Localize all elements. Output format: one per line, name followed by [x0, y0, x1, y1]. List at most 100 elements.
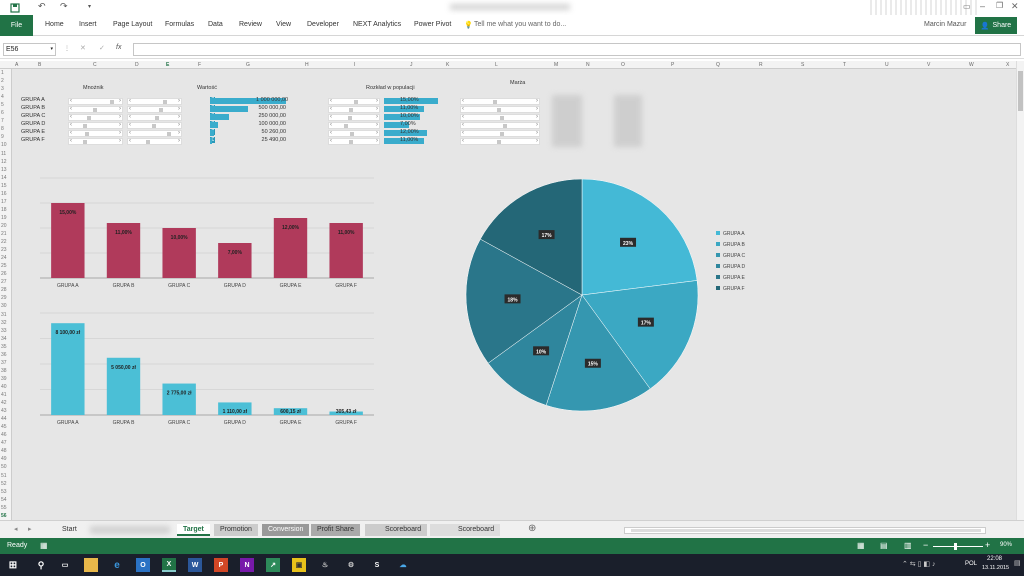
column-header[interactable]: E [166, 62, 169, 68]
scroll-thumb[interactable] [166, 132, 171, 136]
margin-scroll[interactable]: ‹ › [460, 98, 540, 105]
column-header[interactable]: R [759, 62, 763, 68]
row-header[interactable]: 43 [1, 408, 7, 414]
multiplier-scroll-2[interactable]: ‹ › [127, 114, 182, 121]
file-explorer-icon[interactable] [84, 558, 98, 572]
quick-access-dropdown-icon[interactable]: ▾ [88, 3, 91, 10]
ribbon-display-icon[interactable]: ▭ [963, 2, 971, 11]
page-break-view-icon[interactable]: ▥ [904, 541, 912, 550]
share-button[interactable]: 👤 Share [975, 17, 1017, 34]
scroll-thumb[interactable] [496, 140, 501, 144]
tray-icons[interactable]: ⌃ ⇆ ▯ ◧ ♪ [902, 560, 935, 568]
row-header[interactable]: 46 [1, 432, 7, 438]
row-header[interactable]: 8 [1, 126, 4, 132]
scroll-thumb[interactable] [343, 124, 348, 128]
row-header[interactable]: 41 [1, 392, 7, 398]
multiplier-scroll-1[interactable]: ‹ › [68, 114, 123, 121]
row-header[interactable]: 27 [1, 279, 7, 285]
cancel-icon[interactable]: ✕ [80, 44, 86, 52]
multiplier-scroll-1[interactable]: ‹ › [68, 106, 123, 113]
close-icon[interactable]: ✕ [1011, 1, 1019, 12]
save-icon[interactable] [10, 3, 20, 13]
row-header[interactable]: 3 [1, 86, 4, 92]
distribution-scroll[interactable]: ‹ › [328, 138, 380, 145]
row-header[interactable]: 52 [1, 481, 7, 487]
value-bar-chart[interactable]: 8 100,00 zł GRUPA A 5 050,00 zł GRUPA B 2 77… [32, 309, 382, 429]
tab-start[interactable]: Start [56, 524, 83, 536]
row-header[interactable]: 49 [1, 456, 7, 462]
row-header[interactable]: 5 [1, 102, 4, 108]
row-header[interactable]: 53 [1, 489, 7, 495]
margin-scroll[interactable]: ‹ › [460, 106, 540, 113]
horizontal-scrollbar[interactable] [624, 527, 986, 534]
scroll-thumb[interactable] [93, 108, 98, 112]
margin-scroll[interactable]: ‹ › [460, 122, 540, 129]
row-header[interactable]: 17 [1, 199, 7, 205]
tell-me-input[interactable]: Tell me what you want to do... [474, 21, 566, 28]
scroll-thumb[interactable] [109, 100, 114, 104]
bar[interactable] [218, 243, 252, 278]
column-header[interactable]: L [495, 62, 498, 68]
column-header[interactable]: P [671, 62, 674, 68]
zoom-level[interactable]: 90% [1000, 542, 1012, 548]
word-icon[interactable]: W [188, 558, 202, 572]
column-header[interactable]: S [801, 62, 804, 68]
normal-view-icon[interactable]: ▦ [857, 541, 865, 550]
value-cell[interactable]: 100 000,00 [256, 121, 286, 127]
row-header[interactable]: 21 [1, 231, 7, 237]
fx-icon[interactable]: fx [116, 44, 121, 51]
row-header[interactable]: 51 [1, 473, 7, 479]
row-header[interactable]: 56 [1, 513, 7, 519]
distribution-scroll[interactable]: ‹ › [328, 122, 380, 129]
row-header[interactable]: 7 [1, 118, 4, 124]
column-header[interactable]: X [1006, 62, 1009, 68]
clock-date[interactable]: 13.11.2015 [982, 565, 1009, 571]
row-header[interactable]: 32 [1, 320, 7, 326]
account-name[interactable]: Marcin Mazur [924, 21, 966, 28]
row-header[interactable]: 25 [1, 263, 7, 269]
bar[interactable] [162, 383, 196, 415]
distribution-cell[interactable]: 7,00% [400, 121, 416, 127]
zoom-slider-thumb[interactable] [954, 543, 957, 550]
pie-slice[interactable] [581, 179, 698, 296]
multiplier-scroll-1[interactable]: ‹ › [68, 138, 123, 145]
value-cell[interactable]: 500 000,00 [256, 105, 286, 111]
scroll-thumb[interactable] [83, 140, 88, 144]
multiplier-scroll-2[interactable]: ‹ › [127, 138, 182, 145]
scroll-thumb[interactable] [152, 124, 157, 128]
tab-power-pivot[interactable]: Power Pivot [414, 21, 451, 28]
distribution-cell[interactable]: 12,00% [400, 129, 419, 135]
column-header[interactable]: G [246, 62, 250, 68]
undo-icon[interactable]: ↶ [38, 1, 46, 12]
outlook-icon[interactable]: O [136, 558, 150, 572]
scroll-thumb[interactable] [162, 100, 167, 104]
scroll-thumb[interactable] [354, 100, 358, 104]
scroll-thumb[interactable] [348, 140, 353, 144]
row-header[interactable]: 54 [1, 497, 7, 503]
distribution-cell[interactable]: 11,00% [400, 105, 418, 111]
column-header[interactable]: C [93, 62, 97, 68]
row-header[interactable]: 39 [1, 376, 7, 382]
edge-icon[interactable]: e [110, 558, 124, 572]
column-header[interactable]: K [446, 62, 449, 68]
row-header[interactable]: 47 [1, 440, 7, 446]
scroll-thumb[interactable] [347, 116, 352, 120]
steam-icon[interactable]: ♨ [318, 558, 332, 572]
scroll-thumb[interactable] [500, 116, 504, 120]
distribution-scroll[interactable]: ‹ › [328, 98, 380, 105]
distribution-cell[interactable]: 15,00% [400, 97, 419, 103]
column-header[interactable]: B [38, 62, 41, 68]
column-header[interactable]: T [843, 62, 846, 68]
column-header[interactable]: U [885, 62, 889, 68]
scroll-thumb[interactable] [85, 132, 90, 136]
add-sheet-icon[interactable]: ⊕ [528, 523, 536, 534]
distribution-scroll[interactable]: ‹ › [328, 106, 380, 113]
next-sheet-icon[interactable]: ▸ [28, 525, 32, 533]
column-header[interactable]: I [354, 62, 355, 68]
margin-scroll[interactable]: ‹ › [460, 114, 540, 121]
row-header[interactable]: 40 [1, 384, 7, 390]
row-header[interactable]: 4 [1, 94, 4, 100]
multiplier-scroll-2[interactable]: ‹ › [127, 122, 182, 129]
column-header[interactable]: O [621, 62, 625, 68]
file-tab[interactable]: File [0, 15, 33, 36]
